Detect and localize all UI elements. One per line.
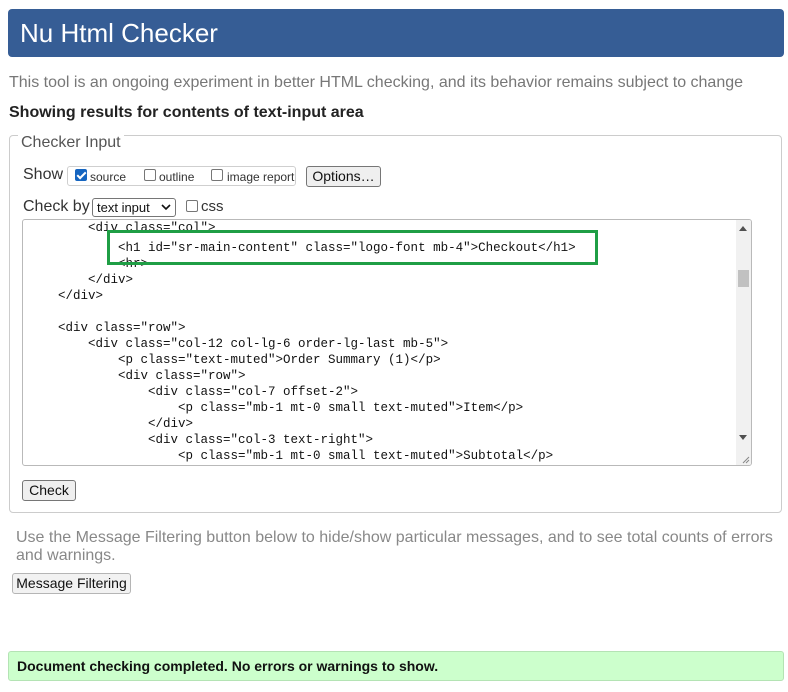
- check-by-selected-value: text input: [97, 200, 150, 215]
- page-title: Nu Html Checker: [20, 18, 218, 48]
- scrollbar-thumb[interactable]: [738, 270, 749, 287]
- options-button[interactable]: Options…: [306, 166, 381, 187]
- outline-checkbox[interactable]: [144, 169, 156, 181]
- check-by-select[interactable]: text input: [92, 198, 176, 217]
- code-line: <div class="col-7 offset-2">: [28, 385, 359, 399]
- code-line: <p class="text-muted">Order Summary (1)<…: [28, 353, 441, 367]
- source-checkbox[interactable]: [75, 169, 87, 181]
- code-line: </div>: [28, 273, 134, 287]
- show-label: Show: [23, 166, 64, 183]
- code-line: </div>: [28, 417, 194, 431]
- scroll-down-arrow-icon[interactable]: [739, 435, 747, 440]
- status-text: Document checking completed. No errors o…: [17, 658, 439, 674]
- css-checkbox[interactable]: [186, 200, 198, 212]
- highlight-box: [107, 230, 598, 265]
- check-button[interactable]: Check: [22, 480, 76, 501]
- message-filtering-button[interactable]: Message Filtering: [12, 573, 131, 594]
- scroll-up-arrow-icon[interactable]: [739, 226, 747, 231]
- code-line: <div class="col-12 col-lg-6 order-lg-las…: [28, 337, 449, 351]
- chevron-down-icon: [161, 204, 171, 211]
- code-line: <p class="mb-1 mt-0 small text-muted">It…: [28, 401, 524, 415]
- textarea-scrollbar[interactable]: [736, 220, 751, 465]
- checker-input-legend: Checker Input: [18, 135, 124, 151]
- tagline: This tool is an ongoing experiment in be…: [9, 74, 744, 91]
- source-checkbox-label[interactable]: source: [90, 170, 126, 184]
- code-line: <div class="row">: [28, 321, 186, 335]
- page-header: Nu Html Checker: [8, 9, 784, 57]
- code-line: </div>: [28, 289, 104, 303]
- results-heading: Showing results for contents of text-inp…: [9, 104, 364, 121]
- code-line: <div class="col-3 text-right">: [28, 433, 374, 447]
- css-checkbox-label[interactable]: css: [201, 198, 224, 215]
- outline-checkbox-label[interactable]: outline: [159, 170, 194, 184]
- image-report-checkbox-label[interactable]: image report: [227, 170, 294, 184]
- code-line: <div class="row">: [28, 369, 246, 383]
- check-by-label: Check by: [23, 198, 90, 215]
- resize-handle-icon[interactable]: [740, 454, 750, 464]
- code-line: <p class="mb-1 mt-0 small text-muted">Su…: [28, 449, 554, 463]
- image-report-checkbox[interactable]: [211, 169, 223, 181]
- status-message: Document checking completed. No errors o…: [8, 651, 784, 681]
- filtering-description: Use the Message Filtering button below t…: [16, 529, 773, 564]
